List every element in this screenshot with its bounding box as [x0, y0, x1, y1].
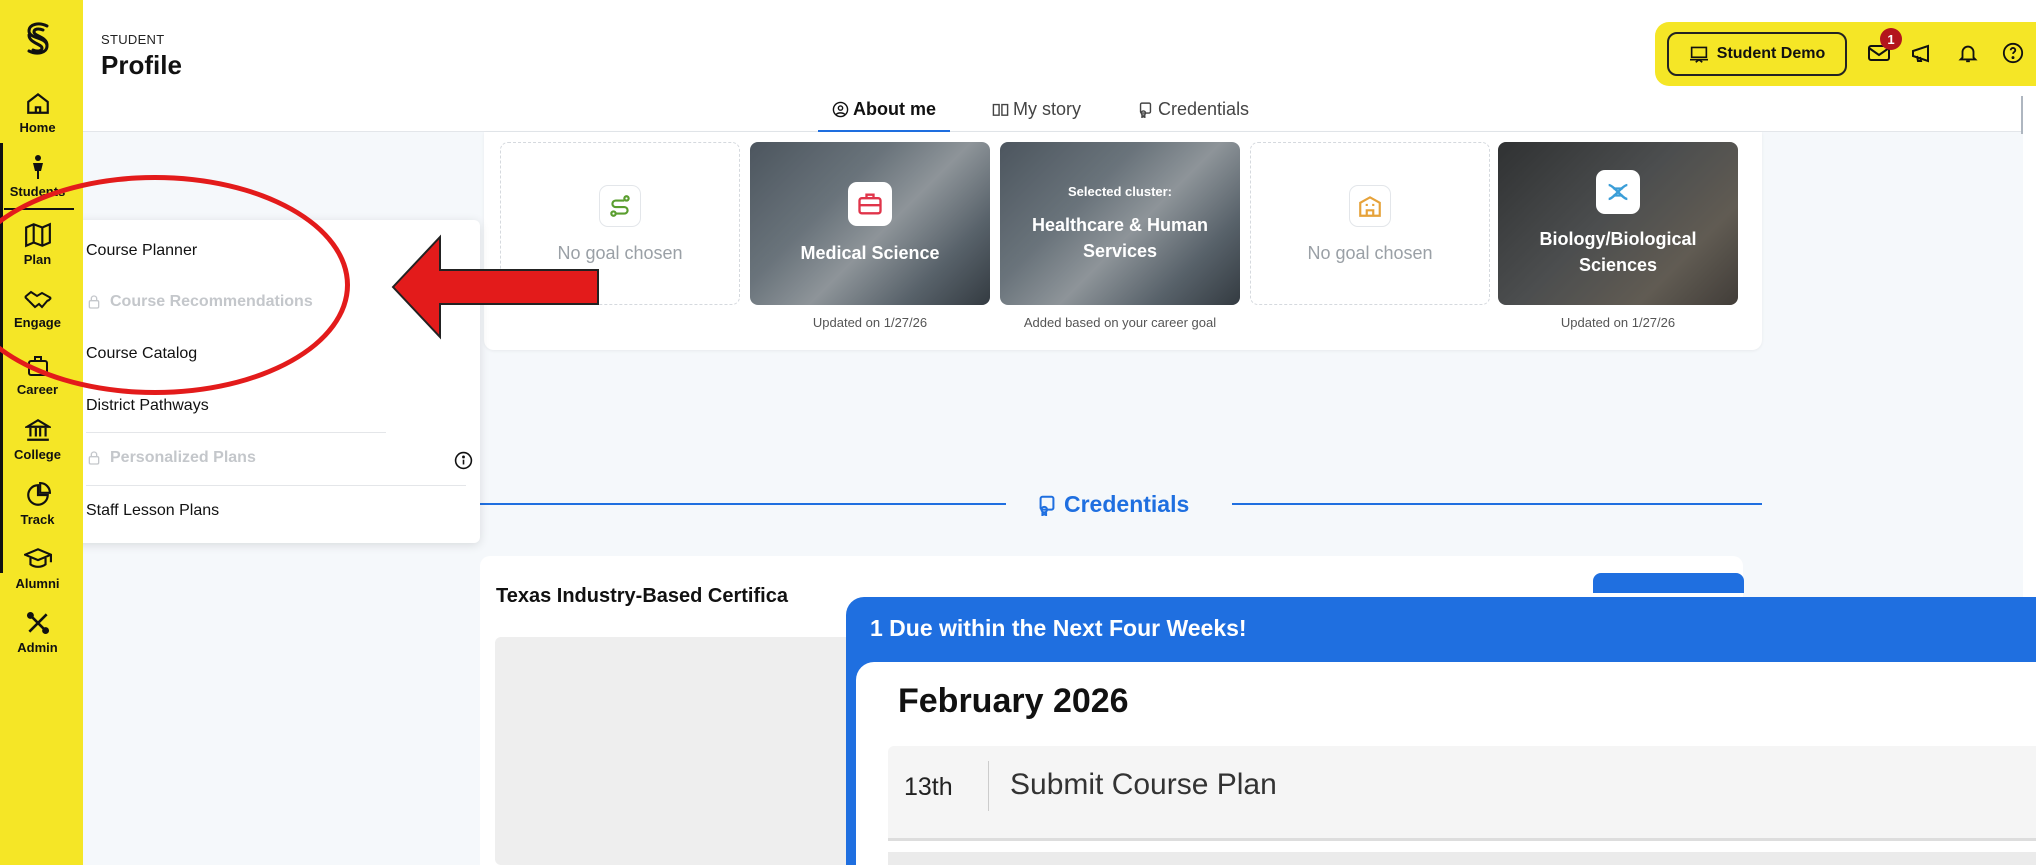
- credentials-title-text: Credentials: [1064, 491, 1190, 517]
- goal-title: Medical Science: [800, 243, 940, 263]
- goal-title: Biology/Biological Sciences: [1539, 229, 1697, 275]
- due-item-task: Submit Course Plan: [1010, 768, 1277, 801]
- due-reminder-popup: 1 Due within the Next Four Weeks! Februa…: [846, 597, 2036, 865]
- tab-my-story[interactable]: My story: [978, 97, 1095, 130]
- page-eyebrow: STUDENT: [101, 32, 165, 47]
- certificate-icon: [1039, 495, 1055, 516]
- tab-label: About me: [853, 99, 936, 119]
- bell-icon[interactable]: [1957, 42, 1979, 64]
- student-demo-button[interactable]: Student Demo: [1667, 32, 1847, 76]
- route-icon: [599, 185, 641, 227]
- person-icon: [32, 155, 43, 179]
- goal-empty-text: No goal chosen: [1307, 243, 1433, 263]
- section-divider-left: [480, 503, 1006, 505]
- student-demo-label: Student Demo: [1716, 45, 1826, 62]
- tools-icon: [26, 611, 49, 635]
- credentials-placeholder: [495, 637, 855, 865]
- book-icon: [992, 103, 1009, 116]
- goal-card-medical-science[interactable]: Medical Science: [750, 142, 990, 305]
- certificate-icon: [1139, 102, 1152, 118]
- nav-label: Career: [16, 382, 59, 397]
- left-nav-rail: Home Students Plan Engage Career College…: [0, 0, 83, 865]
- lock-icon: [88, 451, 100, 465]
- top-toolbar: Student Demo 1: [1655, 22, 2036, 86]
- nav-label: Admin: [17, 640, 58, 655]
- nav-alumni[interactable]: Alumni: [0, 546, 75, 591]
- nav-label: Home: [19, 120, 56, 135]
- tab-about-me[interactable]: About me: [818, 97, 950, 133]
- goal-card-selected-cluster[interactable]: Selected cluster: Healthcare & Human Ser…: [1000, 142, 1240, 305]
- pie-chart-icon: [26, 482, 51, 506]
- menu-item-personalized-plans: Personalized Plans: [86, 449, 256, 467]
- add-credential-button[interactable]: [1593, 573, 1744, 593]
- due-item-next: [888, 852, 2036, 865]
- goal-note: Updated on 1/27/26: [1560, 315, 1676, 330]
- presentation-icon: [1689, 46, 1708, 63]
- institution-icon: [24, 418, 51, 441]
- user-circle-icon: [832, 101, 849, 118]
- nav-home[interactable]: Home: [0, 90, 75, 135]
- nav-college[interactable]: College: [0, 417, 75, 462]
- menu-item-district-pathways[interactable]: District Pathways: [86, 397, 209, 415]
- scrollbar-divider: [2021, 96, 2023, 134]
- nav-track[interactable]: Track: [0, 482, 75, 527]
- dna-icon: [1596, 170, 1640, 214]
- nav-label: Track: [20, 512, 55, 527]
- home-icon: [26, 92, 49, 114]
- goal-card-empty[interactable]: No goal chosen: [1250, 142, 1490, 305]
- nav-admin[interactable]: Admin: [0, 610, 75, 655]
- menu-item-label: Personalized Plans: [110, 449, 256, 466]
- menu-item-label: District Pathways: [86, 397, 209, 414]
- goal-note: Updated on 1/27/26: [812, 315, 928, 330]
- briefcase-icon: [848, 182, 892, 226]
- help-icon[interactable]: [2002, 42, 2024, 64]
- image-overlay: [1498, 142, 1738, 305]
- due-item[interactable]: 13th Submit Course Plan: [888, 746, 2036, 841]
- due-popup-header: 1 Due within the Next Four Weeks!: [870, 615, 1247, 641]
- due-item-divider: [988, 761, 989, 811]
- section-divider-right: [1232, 503, 1762, 505]
- megaphone-icon[interactable]: [1910, 42, 1934, 64]
- annotation-arrow: [391, 234, 599, 340]
- menu-item-staff-lesson-plans[interactable]: Staff Lesson Plans: [86, 502, 219, 520]
- tab-credentials[interactable]: Credentials: [1123, 97, 1263, 130]
- nav-label: Alumni: [15, 576, 60, 591]
- menu-divider: [86, 485, 466, 486]
- mail-badge: 1: [1880, 28, 1902, 50]
- goal-title: Healthcare & Human Services: [1031, 215, 1209, 261]
- app-logo[interactable]: [0, 10, 75, 70]
- logo-icon: [26, 22, 49, 55]
- school-icon: [1349, 185, 1391, 227]
- menu-item-label: Staff Lesson Plans: [86, 502, 220, 519]
- tab-label: Credentials: [1158, 99, 1250, 119]
- profile-tabs: About me My story Credentials: [818, 97, 1263, 133]
- credentials-section-title: Credentials: [1036, 491, 1189, 518]
- goal-card-biology[interactable]: Biology/Biological Sciences: [1498, 142, 1738, 305]
- due-item-day: 13th: [904, 773, 953, 801]
- tab-label: My story: [1013, 99, 1082, 119]
- page-title: Profile: [101, 50, 182, 80]
- menu-divider: [86, 432, 386, 433]
- goal-cluster-caption: Selected cluster:: [1067, 184, 1173, 199]
- goal-note: Added based on your career goal: [1023, 315, 1217, 330]
- nav-label: College: [14, 447, 61, 462]
- info-icon[interactable]: [454, 451, 473, 470]
- graduation-cap-icon: [23, 548, 52, 568]
- due-popup-body: February 2026 13th Submit Course Plan: [856, 662, 2036, 865]
- due-month-heading: February 2026: [898, 682, 1129, 720]
- credentials-card-heading: Texas Industry-Based Certifica: [496, 585, 788, 607]
